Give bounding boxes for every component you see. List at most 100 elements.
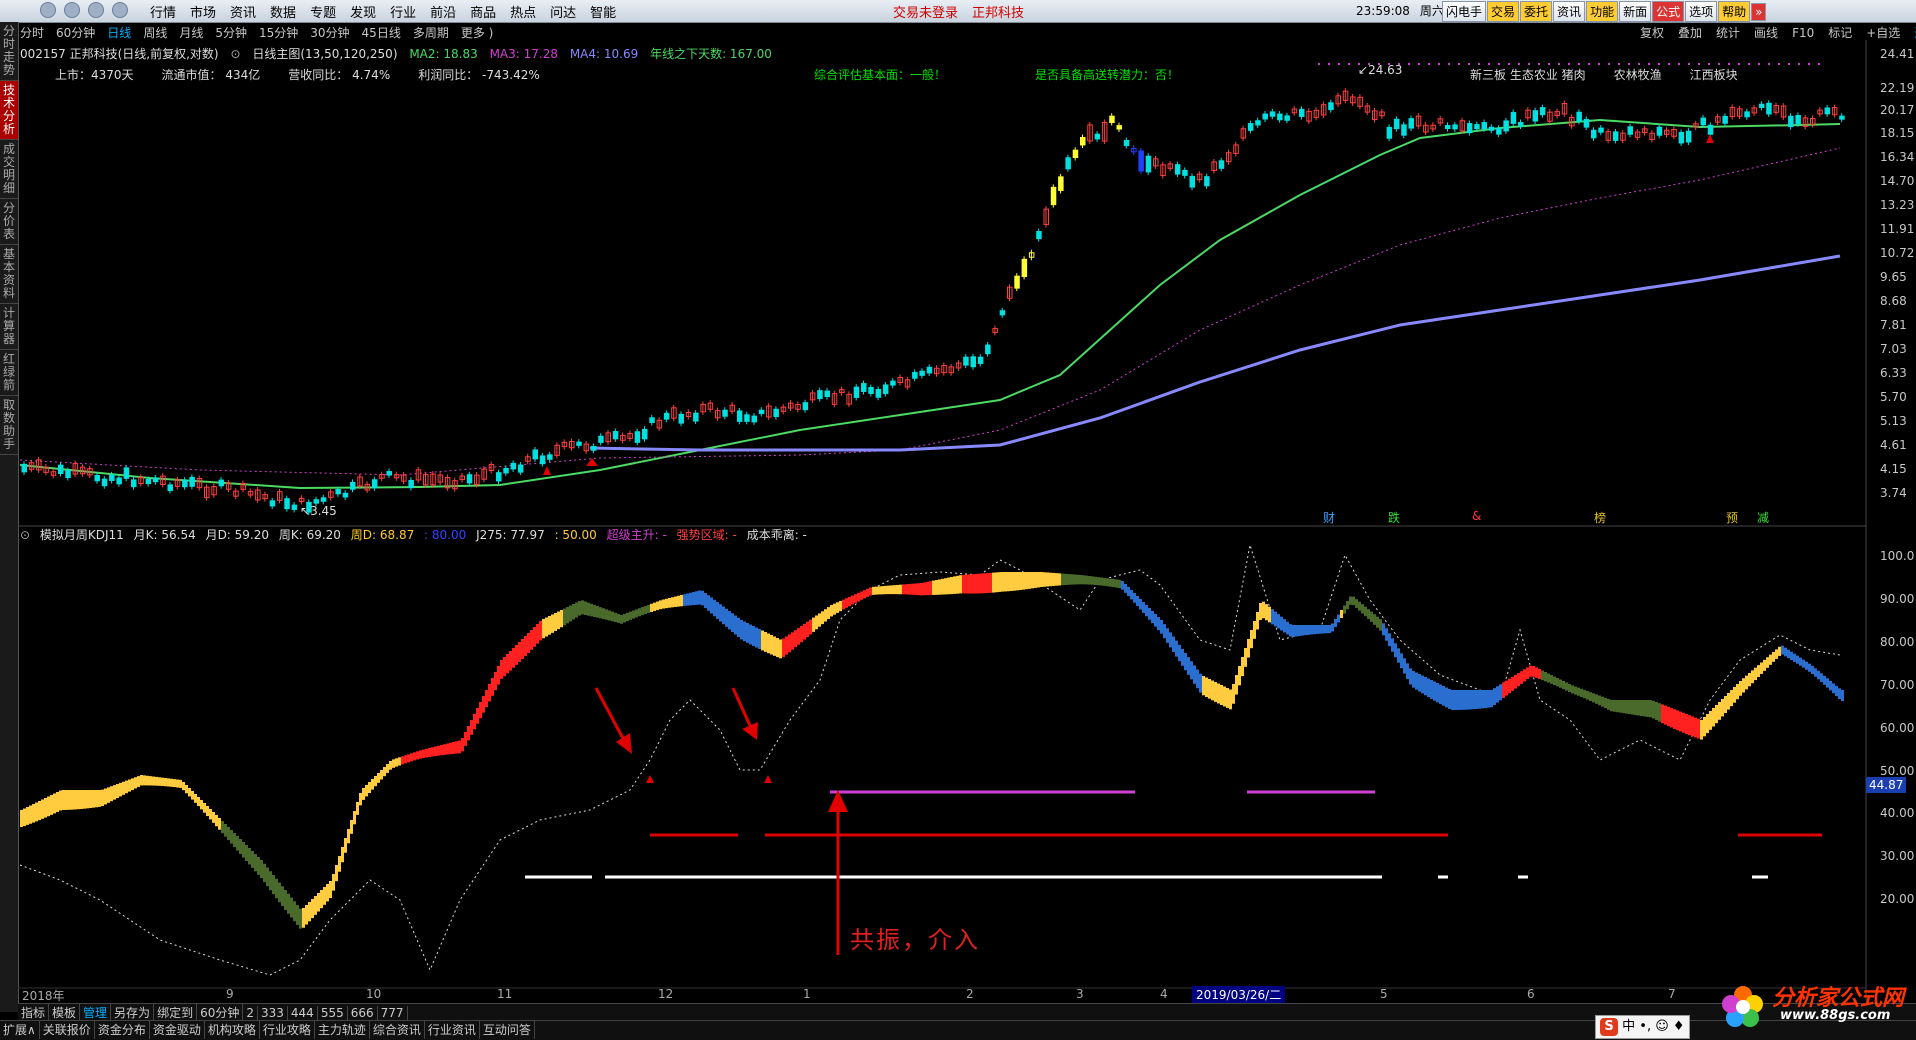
kdj-band-segment	[1466, 690, 1469, 710]
forward-icon[interactable]	[88, 2, 104, 18]
menu-item[interactable]: 智能	[590, 6, 616, 21]
event-label[interactable]: 减	[1757, 509, 1769, 526]
kdj-band-segment	[1688, 715, 1691, 736]
menu-item[interactable]: 商品	[470, 6, 496, 21]
indicator-tab[interactable]: 777	[378, 1006, 408, 1020]
event-label[interactable]: 财	[1323, 509, 1335, 526]
tool-button[interactable]: 画线	[1754, 26, 1778, 40]
tool-button[interactable]: 复权	[1640, 26, 1664, 40]
top-button[interactable]: 闪电手	[1442, 1, 1487, 22]
top-button[interactable]: 新面	[1619, 1, 1652, 22]
indicator-tab[interactable]: 绑定到	[154, 1004, 198, 1021]
indicator-tab[interactable]: 444	[288, 1006, 318, 1020]
menu-item[interactable]: 行情	[150, 6, 176, 21]
top-button[interactable]: 公式	[1652, 1, 1685, 22]
extension-tab[interactable]: 关联报价	[40, 1021, 95, 1039]
side-tab[interactable]: 成交明细	[0, 140, 18, 199]
kdj-band-segment	[986, 573, 989, 594]
side-tab[interactable]: 计算器	[0, 304, 18, 350]
indicator-tab[interactable]: 模板	[49, 1004, 81, 1021]
period-tab[interactable]: 多周期	[413, 26, 449, 40]
top-button[interactable]: 交易	[1487, 1, 1520, 22]
extension-tab[interactable]: 机构攻略	[205, 1021, 260, 1039]
extension-tab[interactable]: 资金分布	[95, 1021, 150, 1039]
extension-tab[interactable]: 主力轨迹	[315, 1021, 370, 1039]
kdj-band-segment	[1829, 680, 1832, 691]
top-button[interactable]: 资讯	[1553, 1, 1586, 22]
menu-item[interactable]: 前沿	[430, 6, 456, 21]
top-button[interactable]: 选项	[1685, 1, 1718, 22]
side-tab[interactable]: 分时走势	[0, 22, 18, 81]
period-tab[interactable]: 5分钟	[215, 26, 247, 40]
kdj-band-segment	[1226, 688, 1229, 708]
sector-tag[interactable]: 江西板块	[1690, 68, 1738, 82]
side-tab[interactable]: 分价表	[0, 199, 18, 245]
more-icon[interactable]: »	[1751, 3, 1767, 21]
indicator-tab[interactable]: 另存为	[111, 1004, 155, 1021]
indicator-tab[interactable]: 60分钟	[197, 1004, 244, 1021]
home-icon[interactable]	[40, 2, 56, 18]
site-url[interactable]: www.88gs.com	[1780, 1008, 1890, 1023]
tool-button[interactable]: 叠加	[1678, 26, 1702, 40]
top-button[interactable]: 帮助	[1718, 1, 1751, 22]
trade-status[interactable]: 交易未登录	[893, 6, 958, 21]
period-tab[interactable]: 月线	[179, 26, 203, 40]
menu-item[interactable]: 资讯	[230, 6, 256, 21]
event-label[interactable]: 榜	[1594, 509, 1606, 526]
menu-item[interactable]: 发现	[350, 6, 376, 21]
indicator-tab[interactable]: 指标	[18, 1004, 50, 1021]
tool-button[interactable]: 标记	[1828, 26, 1852, 40]
kdj-band-segment	[167, 778, 170, 787]
extension-tab[interactable]: 互动问答	[480, 1021, 535, 1039]
menu-icon[interactable]	[112, 2, 128, 18]
period-tab[interactable]: 45日线	[362, 26, 401, 40]
period-tab-active[interactable]: 日线	[107, 26, 131, 40]
period-tab[interactable]: 分时	[20, 26, 44, 40]
event-label[interactable]: 预	[1726, 509, 1738, 526]
period-tab[interactable]: 15分钟	[259, 26, 298, 40]
sector-tag[interactable]: 农林牧渔	[1614, 68, 1662, 82]
period-tab[interactable]: 30分钟	[310, 26, 349, 40]
tool-button[interactable]: F10	[1792, 26, 1814, 40]
kdj-band-segment	[1184, 653, 1187, 671]
menu-item[interactable]: 市场	[190, 6, 216, 21]
period-tab[interactable]: 周线	[143, 26, 167, 40]
indicator-tab[interactable]: 2	[243, 1006, 258, 1020]
back-icon[interactable]	[64, 2, 80, 18]
menu-item[interactable]: 行业	[390, 6, 416, 21]
ime-toolbar[interactable]: S 中 •, ☺ ♦	[1595, 1015, 1690, 1039]
tool-button[interactable]: 统计	[1716, 26, 1740, 40]
menu-item[interactable]: 问达	[550, 6, 576, 21]
side-tab[interactable]: 红绿箭	[0, 350, 18, 396]
menu-item[interactable]: 数据	[270, 6, 296, 21]
tool-button[interactable]: +自选	[1866, 26, 1900, 40]
kdj-band-segment	[1544, 672, 1547, 682]
extension-tab[interactable]: 行业资讯	[425, 1021, 480, 1039]
event-label[interactable]: 跌	[1388, 509, 1400, 526]
collapse-icon[interactable]: ⊙	[20, 528, 30, 542]
side-tab[interactable]: 取数助手	[0, 396, 18, 455]
indicator-tab[interactable]: 555	[318, 1006, 348, 1020]
sector-tag[interactable]: 新三板 生态农业 猪肉	[1470, 68, 1586, 82]
extension-tab[interactable]: 综合资讯	[370, 1021, 425, 1039]
event-label[interactable]: &	[1472, 509, 1481, 523]
indicator-tab[interactable]: 333	[258, 1006, 288, 1020]
indicator-tab[interactable]: 管理	[80, 1004, 112, 1021]
side-tab[interactable]: 基本资料	[0, 245, 18, 304]
extension-tab[interactable]: 资金驱动	[150, 1021, 205, 1039]
menu-item[interactable]: 热点	[510, 6, 536, 21]
candle	[109, 474, 115, 482]
indicator-tab[interactable]: 666	[348, 1006, 378, 1020]
extension-tab[interactable]: 行业攻略	[260, 1021, 315, 1039]
chart-canvas[interactable]	[0, 0, 1916, 1039]
extension-tab[interactable]: 扩展∧	[0, 1021, 40, 1039]
settings-icon[interactable]: ⊙	[230, 47, 240, 61]
main-chart-name[interactable]: 日线主图(13,50,120,250)	[252, 47, 397, 61]
side-tab-active[interactable]: 技术分析	[0, 81, 18, 140]
top-button[interactable]: 功能	[1586, 1, 1619, 22]
kdj-name[interactable]: 模拟月周KDJ11	[40, 528, 124, 542]
top-button[interactable]: 委托	[1520, 1, 1553, 22]
menu-item[interactable]: 专题	[310, 6, 336, 21]
period-tab[interactable]: 60分钟	[56, 26, 95, 40]
period-tab[interactable]: 更多 )	[461, 26, 494, 40]
